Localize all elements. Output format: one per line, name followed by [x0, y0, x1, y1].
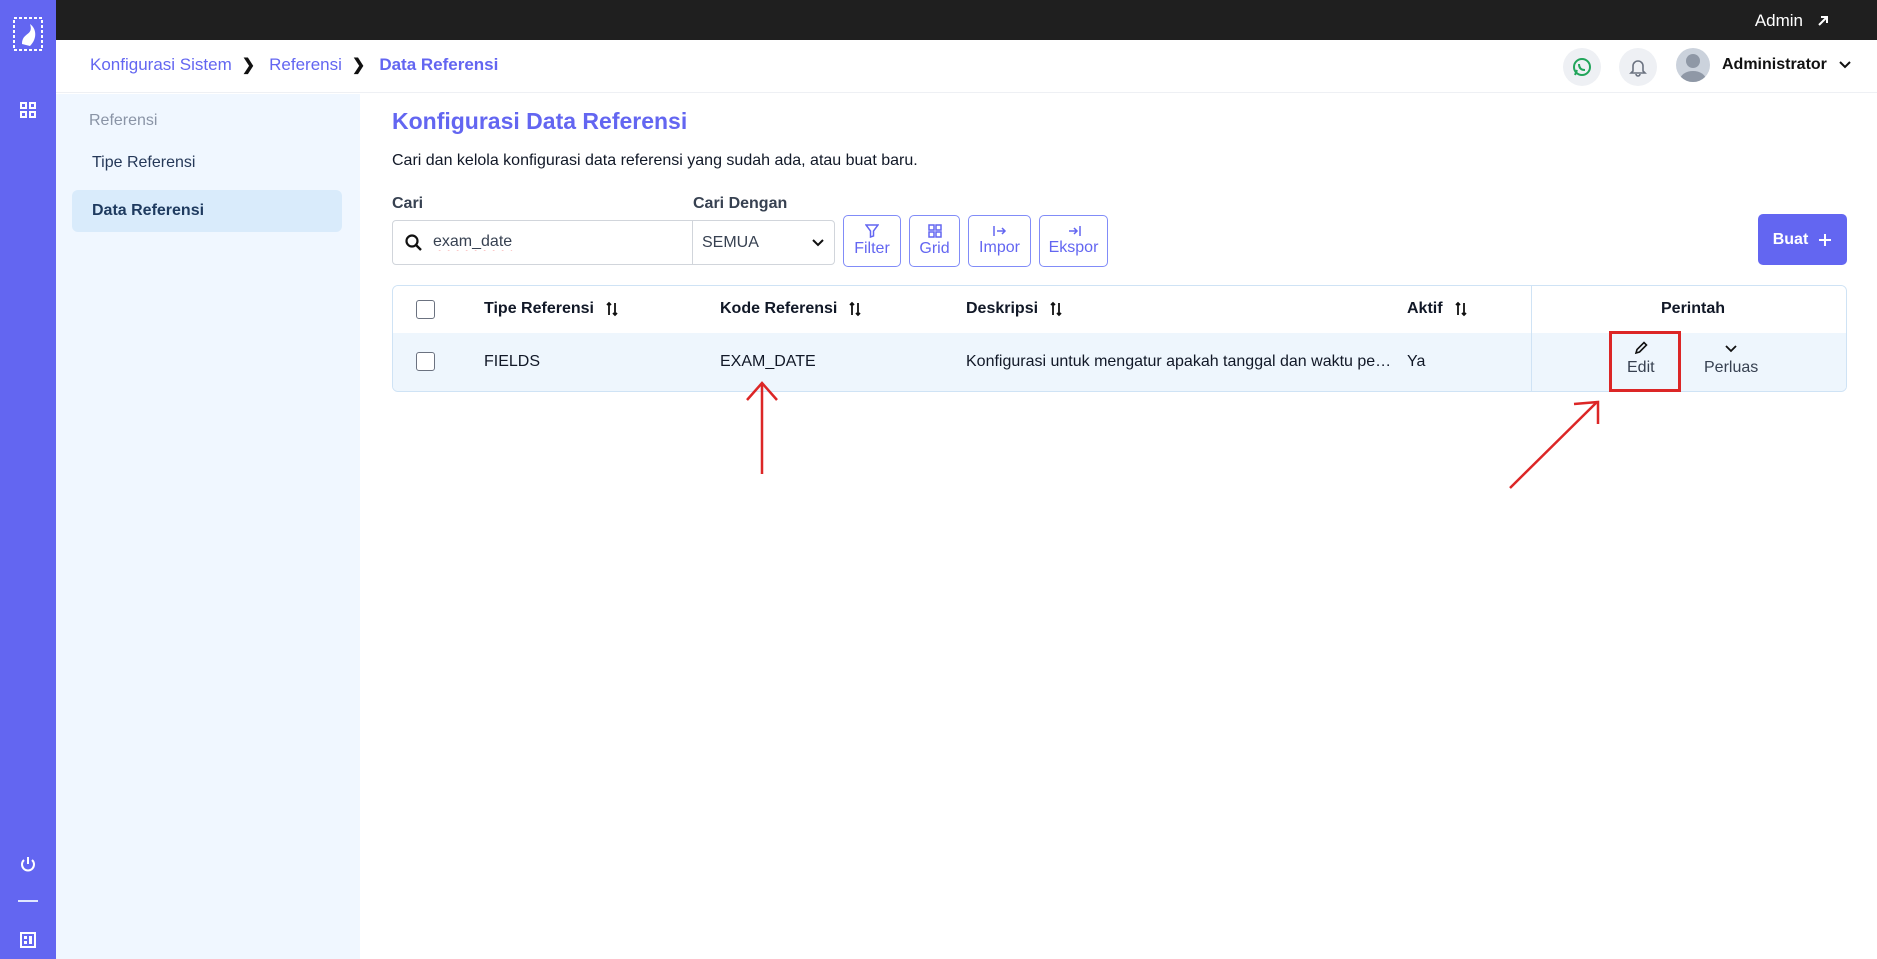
- app-root: Admin Konfigurasi Sistem ❯ Referensi ❯ D…: [0, 0, 1877, 959]
- create-label: Buat: [1772, 230, 1809, 248]
- column-header-tipe[interactable]: Tipe Referensi: [484, 300, 618, 318]
- sidebar-item-tipe-referensi[interactable]: Tipe Referensi: [72, 142, 342, 184]
- import-button[interactable]: Impor: [968, 215, 1031, 267]
- app-logo[interactable]: [12, 14, 44, 54]
- cell-kode: EXAM_DATE: [720, 353, 816, 370]
- bell-icon: [1629, 60, 1647, 77]
- breadcrumb-item-current: Data Referensi: [379, 55, 499, 74]
- notification-button[interactable]: [1619, 48, 1657, 86]
- user-menu[interactable]: Administrator: [1676, 48, 1851, 82]
- export-label: Ekspor: [1048, 239, 1099, 256]
- whatsapp-icon: [1573, 58, 1591, 76]
- expand-button[interactable]: Perluas: [1704, 341, 1758, 377]
- page-title: Konfigurasi Data Referensi: [392, 108, 688, 134]
- grid-icon: [927, 224, 942, 238]
- chevron-down-icon: [1725, 345, 1737, 353]
- column-header-deskripsi[interactable]: Deskripsi: [966, 300, 1062, 318]
- row-checkbox[interactable]: [416, 352, 435, 371]
- annotation-arrow-diagonal: [1509, 400, 1600, 489]
- select-all-checkbox[interactable]: [416, 300, 435, 319]
- plus-icon: [1819, 233, 1832, 246]
- column-header-label: Aktif: [1407, 300, 1443, 317]
- filter-icon: [865, 224, 879, 238]
- search-by-value: SEMUA: [702, 234, 759, 251]
- chevron-right-icon: ❯: [351, 57, 366, 74]
- column-header-aktif[interactable]: Aktif: [1407, 300, 1467, 318]
- power-icon[interactable]: [16, 852, 40, 876]
- column-header-label: Tipe Referensi: [484, 300, 594, 317]
- breadcrumb-item-konfigurasi[interactable]: Konfigurasi Sistem: [90, 55, 232, 75]
- chevron-right-icon: ❯: [241, 57, 256, 74]
- avatar: [1676, 48, 1710, 82]
- search-label: Cari: [392, 195, 424, 212]
- search-by-label: Cari Dengan: [693, 195, 788, 212]
- whatsapp-button[interactable]: [1563, 48, 1601, 86]
- sidebar-section-title: Referensi: [89, 112, 158, 129]
- column-header-perintah: Perintah: [1661, 300, 1725, 318]
- breadcrumb: Konfigurasi Sistem ❯ Referensi ❯ Data Re…: [90, 55, 498, 75]
- search-input[interactable]: [433, 233, 683, 251]
- chevron-down-icon: [1839, 61, 1851, 69]
- sidebar: Referensi Tipe Referensi Data Referensi: [56, 94, 360, 959]
- external-arrow-icon: [1818, 16, 1828, 26]
- header: Konfigurasi Sistem ❯ Referensi ❯ Data Re…: [56, 40, 1877, 93]
- grid-button[interactable]: Grid: [909, 215, 960, 267]
- sort-icon: [606, 301, 618, 317]
- page-subtitle: Cari dan kelola konfigurasi data referen…: [392, 152, 918, 169]
- top-bar: Admin: [56, 0, 1877, 40]
- left-rail: [0, 0, 56, 959]
- sort-icon: [1050, 301, 1062, 317]
- sidebar-item-label: Tipe Referensi: [92, 154, 196, 171]
- table-header: Tipe Referensi Kode Referensi Deskripsi …: [393, 286, 1846, 333]
- search-icon: [405, 234, 422, 251]
- user-name: Administrator: [1722, 56, 1827, 73]
- column-divider: [1531, 286, 1532, 391]
- import-icon: [992, 226, 1006, 236]
- search-field: [392, 220, 693, 265]
- create-button[interactable]: Buat: [1758, 214, 1847, 265]
- column-header-label: Deskripsi: [966, 300, 1039, 317]
- filter-label: Filter: [854, 240, 890, 257]
- export-icon: [1068, 226, 1081, 236]
- import-label: Impor: [979, 239, 1020, 256]
- sort-icon: [1454, 301, 1467, 317]
- filter-button[interactable]: Filter: [843, 215, 901, 267]
- grid-label: Grid: [919, 240, 950, 257]
- admin-link[interactable]: Admin: [1755, 11, 1829, 31]
- column-header-label: Kode Referensi: [720, 300, 838, 317]
- cell-deskripsi: Konfigurasi untuk mengatur apakah tangga…: [966, 353, 1392, 370]
- column-header-kode[interactable]: Kode Referensi: [720, 300, 862, 318]
- sort-icon: [849, 301, 862, 317]
- rail-divider: [18, 900, 38, 902]
- annotation-arrow-up: [746, 381, 778, 474]
- dashboard-grid-icon[interactable]: [16, 98, 40, 122]
- sidebar-item-data-referensi[interactable]: Data Referensi: [72, 190, 342, 232]
- cell-aktif: Ya: [1407, 353, 1426, 370]
- report-icon[interactable]: [16, 928, 40, 952]
- search-by-select[interactable]: SEMUA: [692, 220, 835, 265]
- breadcrumb-item-referensi[interactable]: Referensi: [269, 55, 342, 75]
- cell-tipe: FIELDS: [484, 353, 541, 370]
- column-header-label: Perintah: [1661, 300, 1726, 317]
- annotation-highlight-box: [1609, 331, 1681, 392]
- admin-label: Admin: [1754, 11, 1803, 30]
- expand-label: Perluas: [1704, 359, 1759, 376]
- chevron-down-icon: [812, 239, 824, 247]
- sidebar-item-label: Data Referensi: [92, 202, 205, 219]
- export-button[interactable]: Ekspor: [1039, 215, 1108, 267]
